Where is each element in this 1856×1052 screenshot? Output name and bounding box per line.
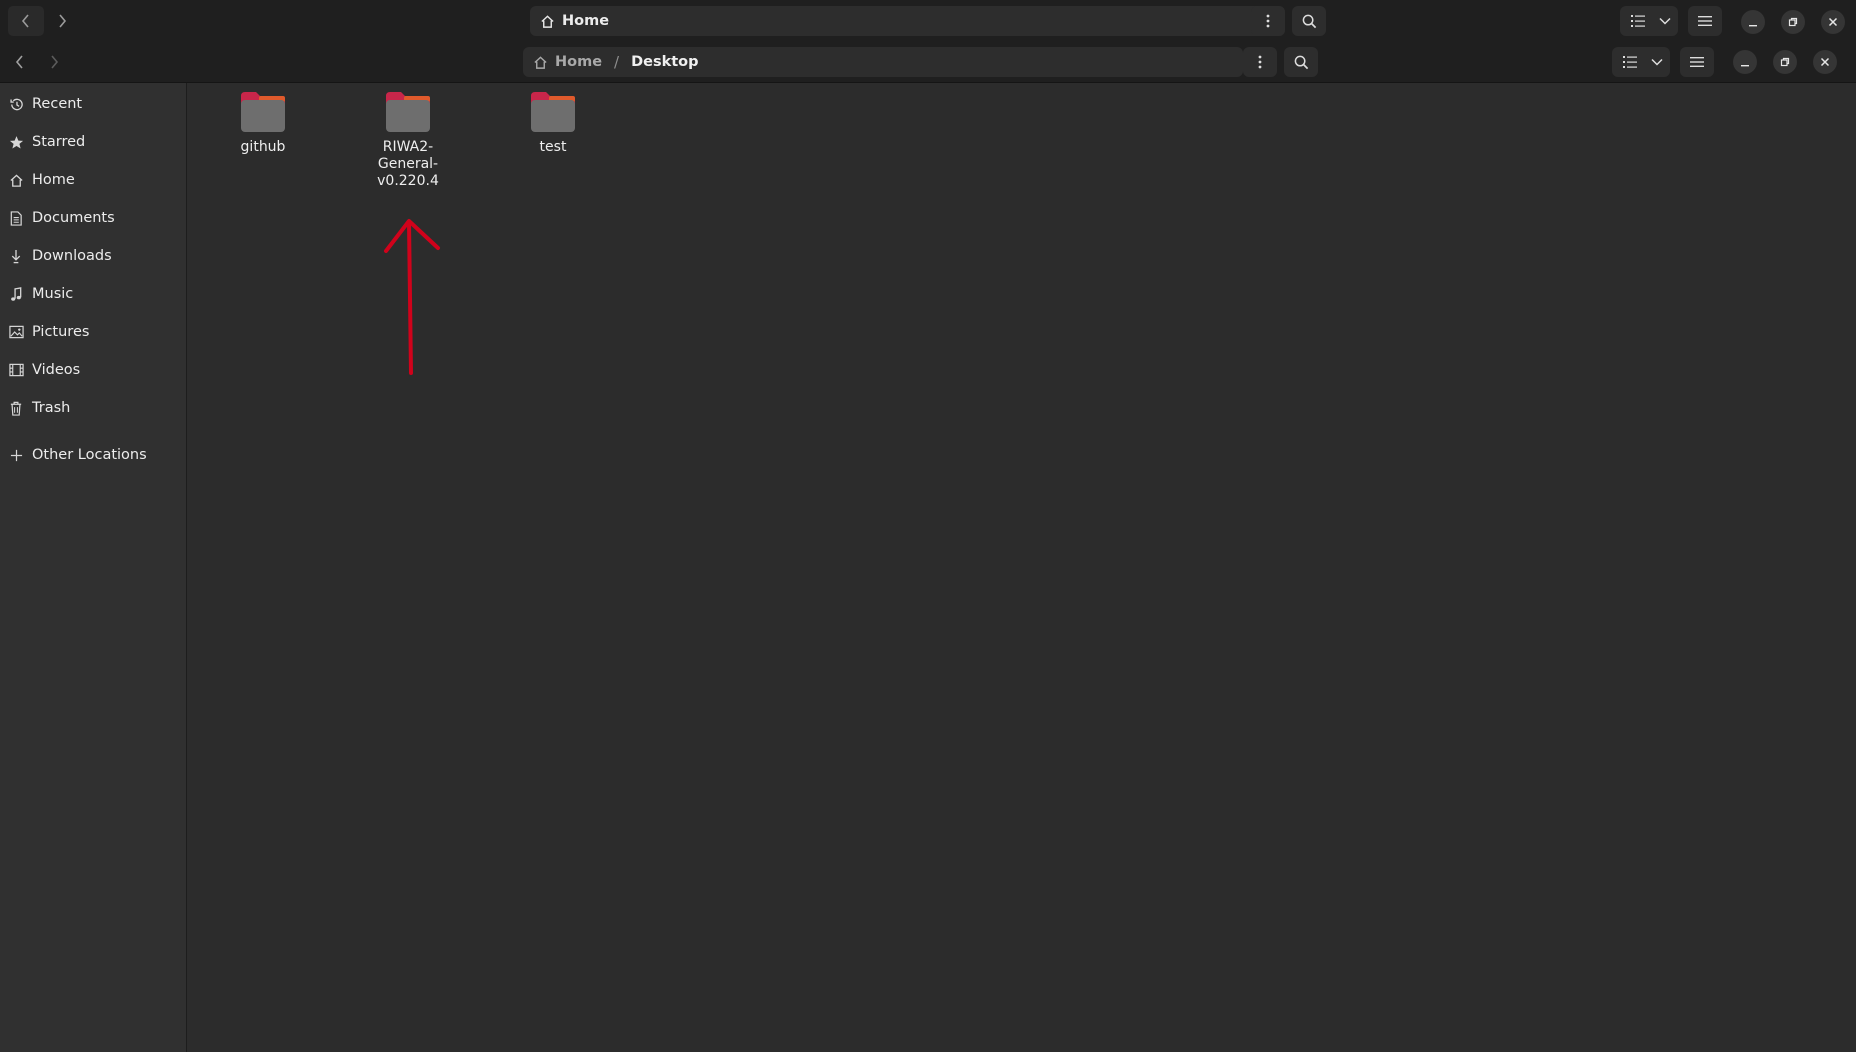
chevron-left-icon (15, 55, 23, 69)
sidebar-item-videos[interactable]: Videos (0, 353, 186, 387)
minimize-icon (1749, 25, 1757, 27)
file-item-riwa2-general[interactable]: RIWA2-General-v0.220.4 (348, 90, 468, 190)
sidebar-item-music[interactable]: Music (0, 277, 186, 311)
forward-button[interactable] (44, 6, 80, 36)
minimize-icon (1741, 65, 1749, 67)
chevron-down-icon (1651, 58, 1663, 66)
sidebar-item-pictures[interactable]: Pictures (0, 315, 186, 349)
sidebar-item-recent[interactable]: Recent (0, 87, 186, 121)
back-window-headerbar: Home (0, 0, 1856, 43)
path-home[interactable]: Home (530, 13, 609, 29)
hamburger-icon (1690, 57, 1704, 67)
search-icon (1302, 14, 1316, 28)
home-icon (541, 14, 554, 28)
plus-icon (8, 449, 24, 462)
chevron-right-icon (51, 55, 59, 69)
sidebar-item-trash[interactable]: Trash (0, 391, 186, 425)
vertical-dots-icon (1258, 55, 1262, 69)
view-toggle-group[interactable] (1620, 6, 1678, 36)
close-icon (1828, 17, 1838, 27)
chevron-down-icon (1659, 17, 1671, 25)
view-toggle-group[interactable] (1612, 47, 1670, 77)
sidebar-item-other-locations[interactable]: Other Locations (0, 438, 186, 472)
search-icon (1294, 55, 1308, 69)
sidebar-item-label: Pictures (32, 324, 90, 340)
back-button[interactable] (8, 6, 44, 36)
breadcrumb-home[interactable]: Home (523, 54, 602, 70)
file-item-github[interactable]: github (203, 90, 323, 156)
main-menu-button[interactable] (1680, 47, 1714, 77)
sidebar: Recent Starred Home Documents Downloads … (0, 83, 187, 1052)
home-icon (534, 55, 547, 69)
close-button[interactable] (1821, 10, 1845, 34)
sidebar-item-starred[interactable]: Starred (0, 125, 186, 159)
sidebar-item-home[interactable]: Home (0, 163, 186, 197)
breadcrumb-separator: / (614, 53, 620, 71)
sidebar-item-label: Music (32, 286, 74, 302)
folder-icon (531, 92, 575, 132)
breadcrumb-home-label: Home (555, 54, 603, 70)
sidebar-item-label: Starred (32, 134, 86, 150)
folder-icon (386, 92, 430, 132)
headerbar: Home / Desktop (0, 43, 1856, 83)
minimize-button[interactable] (1741, 10, 1765, 34)
breadcrumb-current[interactable]: Desktop (631, 54, 698, 70)
search-button[interactable] (1292, 6, 1326, 36)
path-menu-button[interactable] (1251, 6, 1285, 36)
clock-icon (8, 97, 24, 112)
sidebar-item-label: Trash (32, 400, 71, 416)
path-home-label: Home (562, 13, 610, 29)
forward-button[interactable] (36, 47, 72, 77)
path-bar[interactable]: Home (530, 6, 1285, 36)
list-view-icon (1623, 56, 1637, 68)
hamburger-icon (1698, 16, 1712, 26)
file-name: RIWA2-General-v0.220.4 (377, 139, 439, 189)
breadcrumb[interactable]: Home / Desktop (523, 47, 1243, 77)
file-name: test (539, 139, 567, 155)
vertical-dots-icon (1266, 14, 1270, 28)
sidebar-item-label: Home (32, 172, 75, 188)
picture-icon (8, 325, 24, 339)
music-icon (8, 286, 24, 302)
file-name: github (240, 139, 286, 155)
restore-icon (1788, 17, 1798, 27)
search-button[interactable] (1284, 47, 1318, 77)
restore-button[interactable] (1773, 50, 1797, 74)
main-menu-button[interactable] (1688, 6, 1722, 36)
back-button[interactable] (2, 47, 38, 77)
home-icon (8, 173, 24, 188)
minimize-button[interactable] (1733, 50, 1757, 74)
sidebar-item-downloads[interactable]: Downloads (0, 239, 186, 273)
file-view[interactable]: github RIWA2-General-v0.220.4 test (187, 83, 1856, 1052)
close-button[interactable] (1813, 50, 1837, 74)
sidebar-item-label: Other Locations (32, 447, 147, 463)
chevron-left-icon (21, 14, 29, 28)
restore-button[interactable] (1781, 10, 1805, 34)
sidebar-item-label: Recent (32, 96, 83, 112)
chevron-right-icon (59, 14, 67, 28)
close-icon (1820, 57, 1830, 67)
file-item-test[interactable]: test (493, 90, 613, 156)
sidebar-item-label: Downloads (32, 248, 112, 264)
path-menu-button[interactable] (1243, 47, 1277, 77)
sidebar-item-label: Documents (32, 210, 115, 226)
star-icon (8, 135, 24, 150)
document-icon (8, 210, 24, 226)
video-icon (8, 363, 24, 377)
list-view-icon (1631, 15, 1645, 27)
download-icon (8, 249, 24, 264)
restore-icon (1780, 57, 1790, 67)
folder-icon (241, 92, 285, 132)
sidebar-item-label: Videos (32, 362, 81, 378)
trash-icon (8, 401, 24, 416)
sidebar-item-documents[interactable]: Documents (0, 201, 186, 235)
